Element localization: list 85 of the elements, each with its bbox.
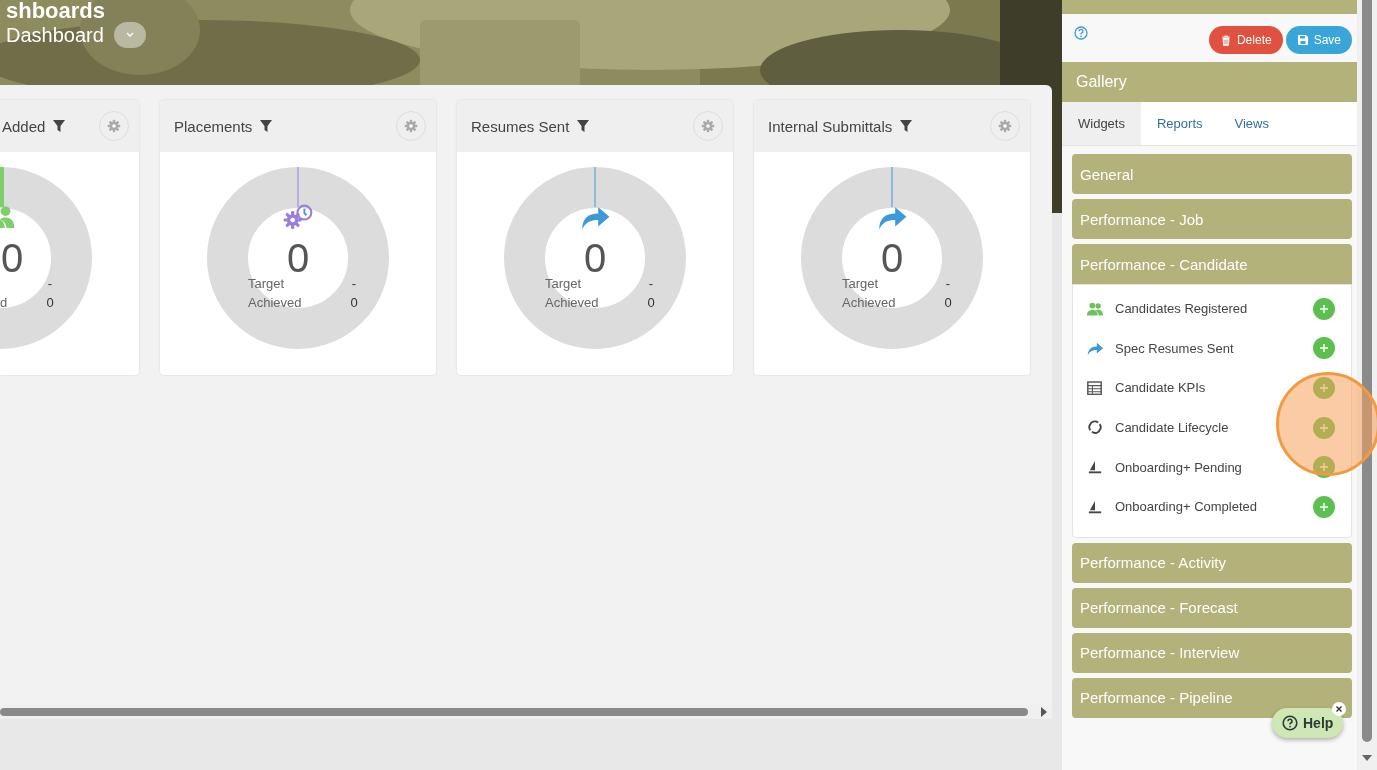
horizontal-scrollbar[interactable] [0, 705, 1052, 719]
people-icon [1086, 301, 1104, 316]
widget-value: 0 [879, 236, 905, 280]
add-button[interactable] [1313, 337, 1335, 360]
widget-title: Internal Submittals [768, 117, 893, 135]
widget-value: 0 [285, 236, 311, 280]
accordion-header[interactable]: Performance - Candidate [1072, 244, 1352, 284]
widget-title: Resumes Sent [471, 117, 570, 135]
stat-value: 0 [646, 295, 656, 310]
settings-button[interactable] [99, 111, 129, 141]
gear-icon [701, 119, 715, 133]
stat-label: Target [842, 276, 880, 291]
help-icon [1282, 715, 1298, 731]
vertical-scrollbar[interactable] [1357, 0, 1377, 770]
gear-icon [998, 119, 1012, 133]
filter-icon[interactable] [577, 120, 590, 132]
accordion-header[interactable]: Performance - Activity [1072, 542, 1352, 583]
close-icon [1335, 705, 1343, 713]
settings-button[interactable] [396, 111, 426, 141]
widget-name: Onboarding+ Pending [1115, 459, 1242, 475]
filter-icon[interactable] [900, 120, 913, 132]
stat-value: 0 [349, 295, 359, 310]
widget-title: Placements [174, 117, 253, 135]
save-icon [1297, 35, 1308, 45]
accordion-header[interactable]: Performance - Forecast [1072, 587, 1352, 628]
widget-value: 0 [582, 236, 608, 280]
plus-icon [1320, 304, 1328, 313]
widget-title: Added [2, 117, 46, 135]
trash-icon [1220, 34, 1231, 46]
plus-icon [1320, 502, 1328, 511]
accordion-header[interactable]: Performance - Job [1072, 199, 1352, 239]
help-button[interactable]: Help [1272, 708, 1344, 738]
stat-value: 0 [943, 295, 953, 310]
sailboat-icon [1086, 499, 1104, 514]
gear-icon [107, 119, 121, 133]
add-button[interactable] [1313, 377, 1335, 399]
add-button[interactable] [1313, 416, 1335, 439]
add-button[interactable] [1313, 495, 1335, 518]
page-title: shboards [6, 0, 107, 22]
widget-name: Candidate Lifecycle [1115, 420, 1229, 436]
stat-value: 0 [45, 295, 55, 310]
stat-value: - [350, 276, 358, 291]
plus-icon [1320, 463, 1328, 472]
stat-label: Achieved [842, 295, 897, 310]
plus-icon [1320, 344, 1328, 353]
stat-value: - [944, 276, 952, 291]
table-icon [1086, 380, 1104, 396]
stat-label: Achieved [248, 295, 303, 310]
sailboat-icon [1086, 459, 1104, 475]
stat-label: d [0, 295, 9, 310]
accordion-header[interactable]: Performance - Pipeline [1072, 677, 1352, 718]
stat-label: Target [545, 276, 583, 291]
plus-icon [1320, 384, 1328, 392]
add-button[interactable] [1313, 297, 1335, 320]
add-button[interactable] [1313, 456, 1335, 479]
widget-name: Spec Resumes Sent [1115, 340, 1234, 356]
accordion-header[interactable]: General [1072, 154, 1352, 194]
filter-icon[interactable] [53, 120, 66, 132]
cycle-icon [1086, 420, 1104, 435]
share-arrow-icon [1086, 341, 1104, 356]
stat-value: - [647, 276, 655, 291]
stat-label: Achieved [545, 295, 600, 310]
accordion-header[interactable]: Performance - Interview [1072, 632, 1352, 673]
gallery-header: Gallery [1062, 62, 1357, 102]
plus-icon [1320, 423, 1328, 432]
widget-name: Candidate KPIs [1115, 380, 1206, 396]
widget-value: 0 [1, 236, 24, 280]
help-icon[interactable] [1074, 26, 1088, 40]
stat-label: Target [248, 276, 286, 291]
scroll-down-icon[interactable] [1362, 754, 1372, 762]
widget-name: Candidates Registered [1115, 301, 1248, 317]
gear-icon [404, 119, 418, 133]
stat-value: - [46, 276, 54, 291]
tab[interactable]: Reports [1140, 102, 1219, 145]
delete-button[interactable]: Delete [1208, 26, 1283, 54]
scroll-right-icon[interactable] [1040, 707, 1048, 717]
filter-icon[interactable] [260, 120, 273, 132]
tab[interactable]: Views [1218, 102, 1285, 145]
save-button[interactable]: Save [1285, 26, 1352, 54]
caret-icon [125, 32, 134, 38]
widget-name: Onboarding+ Completed [1115, 499, 1257, 515]
dashboard-name: Dashboard [6, 23, 104, 47]
tab[interactable]: Widgets [1062, 102, 1141, 145]
settings-button[interactable] [693, 111, 723, 141]
settings-button[interactable] [990, 111, 1020, 141]
